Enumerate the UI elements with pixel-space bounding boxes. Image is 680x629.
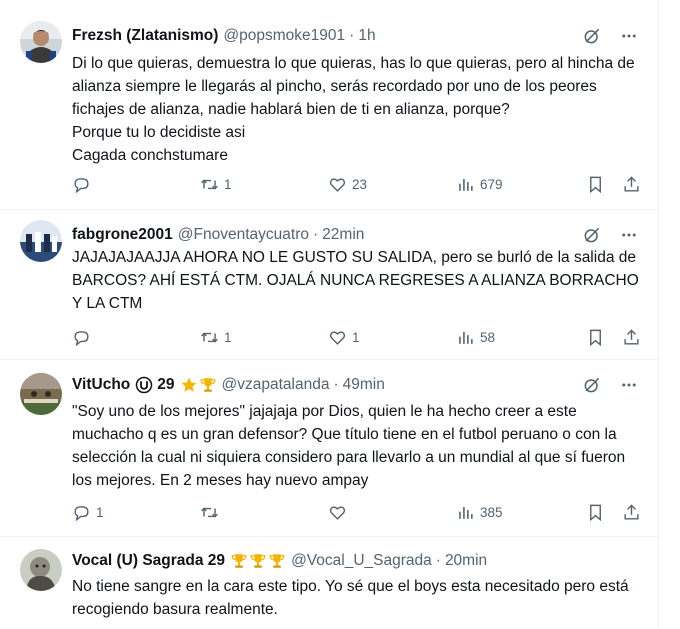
display-name[interactable]: VitUcho <box>72 376 130 394</box>
user-handle[interactable]: @Vocal_U_Sagrada <box>291 552 432 570</box>
bookmark-button[interactable] <box>586 503 605 522</box>
separator-dot: · <box>435 552 441 569</box>
repost-button[interactable]: 1 <box>200 328 232 347</box>
bookmark-button[interactable] <box>586 328 605 347</box>
reply-count: 1 <box>96 504 104 520</box>
more-icon[interactable] <box>620 376 638 394</box>
repost-icon <box>200 175 219 194</box>
like-button[interactable] <box>328 503 352 522</box>
more-icon[interactable] <box>620 226 638 244</box>
views-icon <box>456 328 475 347</box>
tweet-header: fabgrone2001 @Fnoventaycuatro · 22min <box>72 224 638 246</box>
grok-icon[interactable] <box>582 225 602 245</box>
tweet-header: VitUcho 29 @vzapatalanda · 49min <box>72 374 638 396</box>
timestamp[interactable]: 1h <box>358 27 375 45</box>
trophy-icon <box>230 552 248 570</box>
tweet-text: No tiene sangre en la cara este tipo. Yo… <box>72 578 629 618</box>
share-button[interactable] <box>622 175 641 194</box>
share-icon <box>622 175 641 194</box>
views-count: 385 <box>480 504 503 520</box>
tweet-text: JAJAJAJAAJJA AHORA NO LE GUSTO SU SALIDA… <box>72 249 639 312</box>
bookmark-button[interactable] <box>586 175 605 194</box>
reply-icon <box>72 175 91 194</box>
avatar[interactable] <box>20 21 62 63</box>
timestamp[interactable]: 49min <box>343 376 385 394</box>
display-name[interactable]: Vocal (U) Sagrada 29 <box>72 552 225 570</box>
tweet-tools <box>582 25 638 47</box>
tweet-tools <box>582 374 638 396</box>
tweet-text: Di lo que quieras, demuestra lo que quie… <box>72 55 635 164</box>
bookmark-icon <box>586 328 605 347</box>
repost-icon <box>200 328 219 347</box>
separator-dot: · <box>313 226 319 243</box>
timestamp[interactable]: 20min <box>445 552 487 570</box>
reply-button[interactable] <box>72 175 96 194</box>
avatar[interactable] <box>20 549 62 591</box>
display-name[interactable]: fabgrone2001 <box>72 226 173 244</box>
like-count: 1 <box>352 329 360 345</box>
views-button[interactable]: 679 <box>456 175 503 194</box>
trophy-icon <box>268 552 286 570</box>
name-number: 29 <box>157 376 175 393</box>
reply-button[interactable]: 1 <box>72 503 104 522</box>
more-icon[interactable] <box>620 27 638 45</box>
repost-count: 1 <box>224 329 232 345</box>
user-handle[interactable]: @vzapatalanda <box>222 376 330 394</box>
like-button[interactable]: 1 <box>328 328 360 347</box>
avatar[interactable] <box>20 373 62 415</box>
tweet-header: Frezsh (Zlatanismo) @popsmoke1901 · 1h <box>72 25 638 47</box>
reply-icon <box>72 328 91 347</box>
repost-button[interactable]: 1 <box>200 175 232 194</box>
timestamp[interactable]: 22min <box>322 226 364 244</box>
repost-button[interactable] <box>200 503 224 522</box>
tweet-card[interactable]: VitUcho 29 @vzapatalanda · 49min "Soy un… <box>0 360 658 537</box>
replies-feed: Frezsh (Zlatanismo) @popsmoke1901 · 1h D… <box>0 0 659 629</box>
repost-icon <box>200 503 219 522</box>
tweet-card[interactable]: Vocal (U) Sagrada 29 @Vocal_U_Sagrada · … <box>0 537 658 629</box>
tweet-actions: 1 23 679 <box>72 172 644 196</box>
bookmark-icon <box>586 503 605 522</box>
trophy-icon <box>249 552 267 570</box>
like-count: 23 <box>352 176 368 192</box>
views-count: 679 <box>480 176 503 192</box>
tweet-card[interactable]: fabgrone2001 @Fnoventaycuatro · 22min JA… <box>0 210 658 360</box>
like-button[interactable]: 23 <box>328 175 367 194</box>
like-icon <box>328 328 347 347</box>
repost-count: 1 <box>224 176 232 192</box>
display-name[interactable]: Frezsh (Zlatanismo) <box>72 27 218 45</box>
separator-dot: · <box>333 376 339 393</box>
bookmark-icon <box>586 175 605 194</box>
star-icon <box>180 376 198 394</box>
views-icon <box>456 175 475 194</box>
avatar[interactable] <box>20 220 62 262</box>
views-count: 58 <box>480 329 496 345</box>
user-handle[interactable]: @popsmoke1901 <box>223 27 345 45</box>
tweet-tools <box>582 224 638 246</box>
views-button[interactable]: 58 <box>456 328 495 347</box>
tweet-actions: 1 1 58 <box>72 325 644 349</box>
tweet-card[interactable]: Frezsh (Zlatanismo) @popsmoke1901 · 1h D… <box>0 0 658 210</box>
share-button[interactable] <box>622 503 641 522</box>
like-icon <box>328 503 347 522</box>
tweet-actions: 1 385 <box>72 500 644 524</box>
like-icon <box>328 175 347 194</box>
share-button[interactable] <box>622 328 641 347</box>
views-icon <box>456 503 475 522</box>
tweet-header: Vocal (U) Sagrada 29 @Vocal_U_Sagrada · … <box>72 550 638 572</box>
reply-icon <box>72 503 91 522</box>
reply-button[interactable] <box>72 328 96 347</box>
user-handle[interactable]: @Fnoventaycuatro <box>178 226 309 244</box>
share-icon <box>622 328 641 347</box>
share-icon <box>622 503 641 522</box>
u-club-icon <box>135 376 153 394</box>
separator-dot: · <box>349 27 355 44</box>
grok-icon[interactable] <box>582 375 602 395</box>
views-button[interactable]: 385 <box>456 503 503 522</box>
grok-icon[interactable] <box>582 26 602 46</box>
trophy-icon <box>199 376 217 394</box>
tweet-text: "Soy uno de los mejores" jajajaja por Di… <box>72 403 626 489</box>
